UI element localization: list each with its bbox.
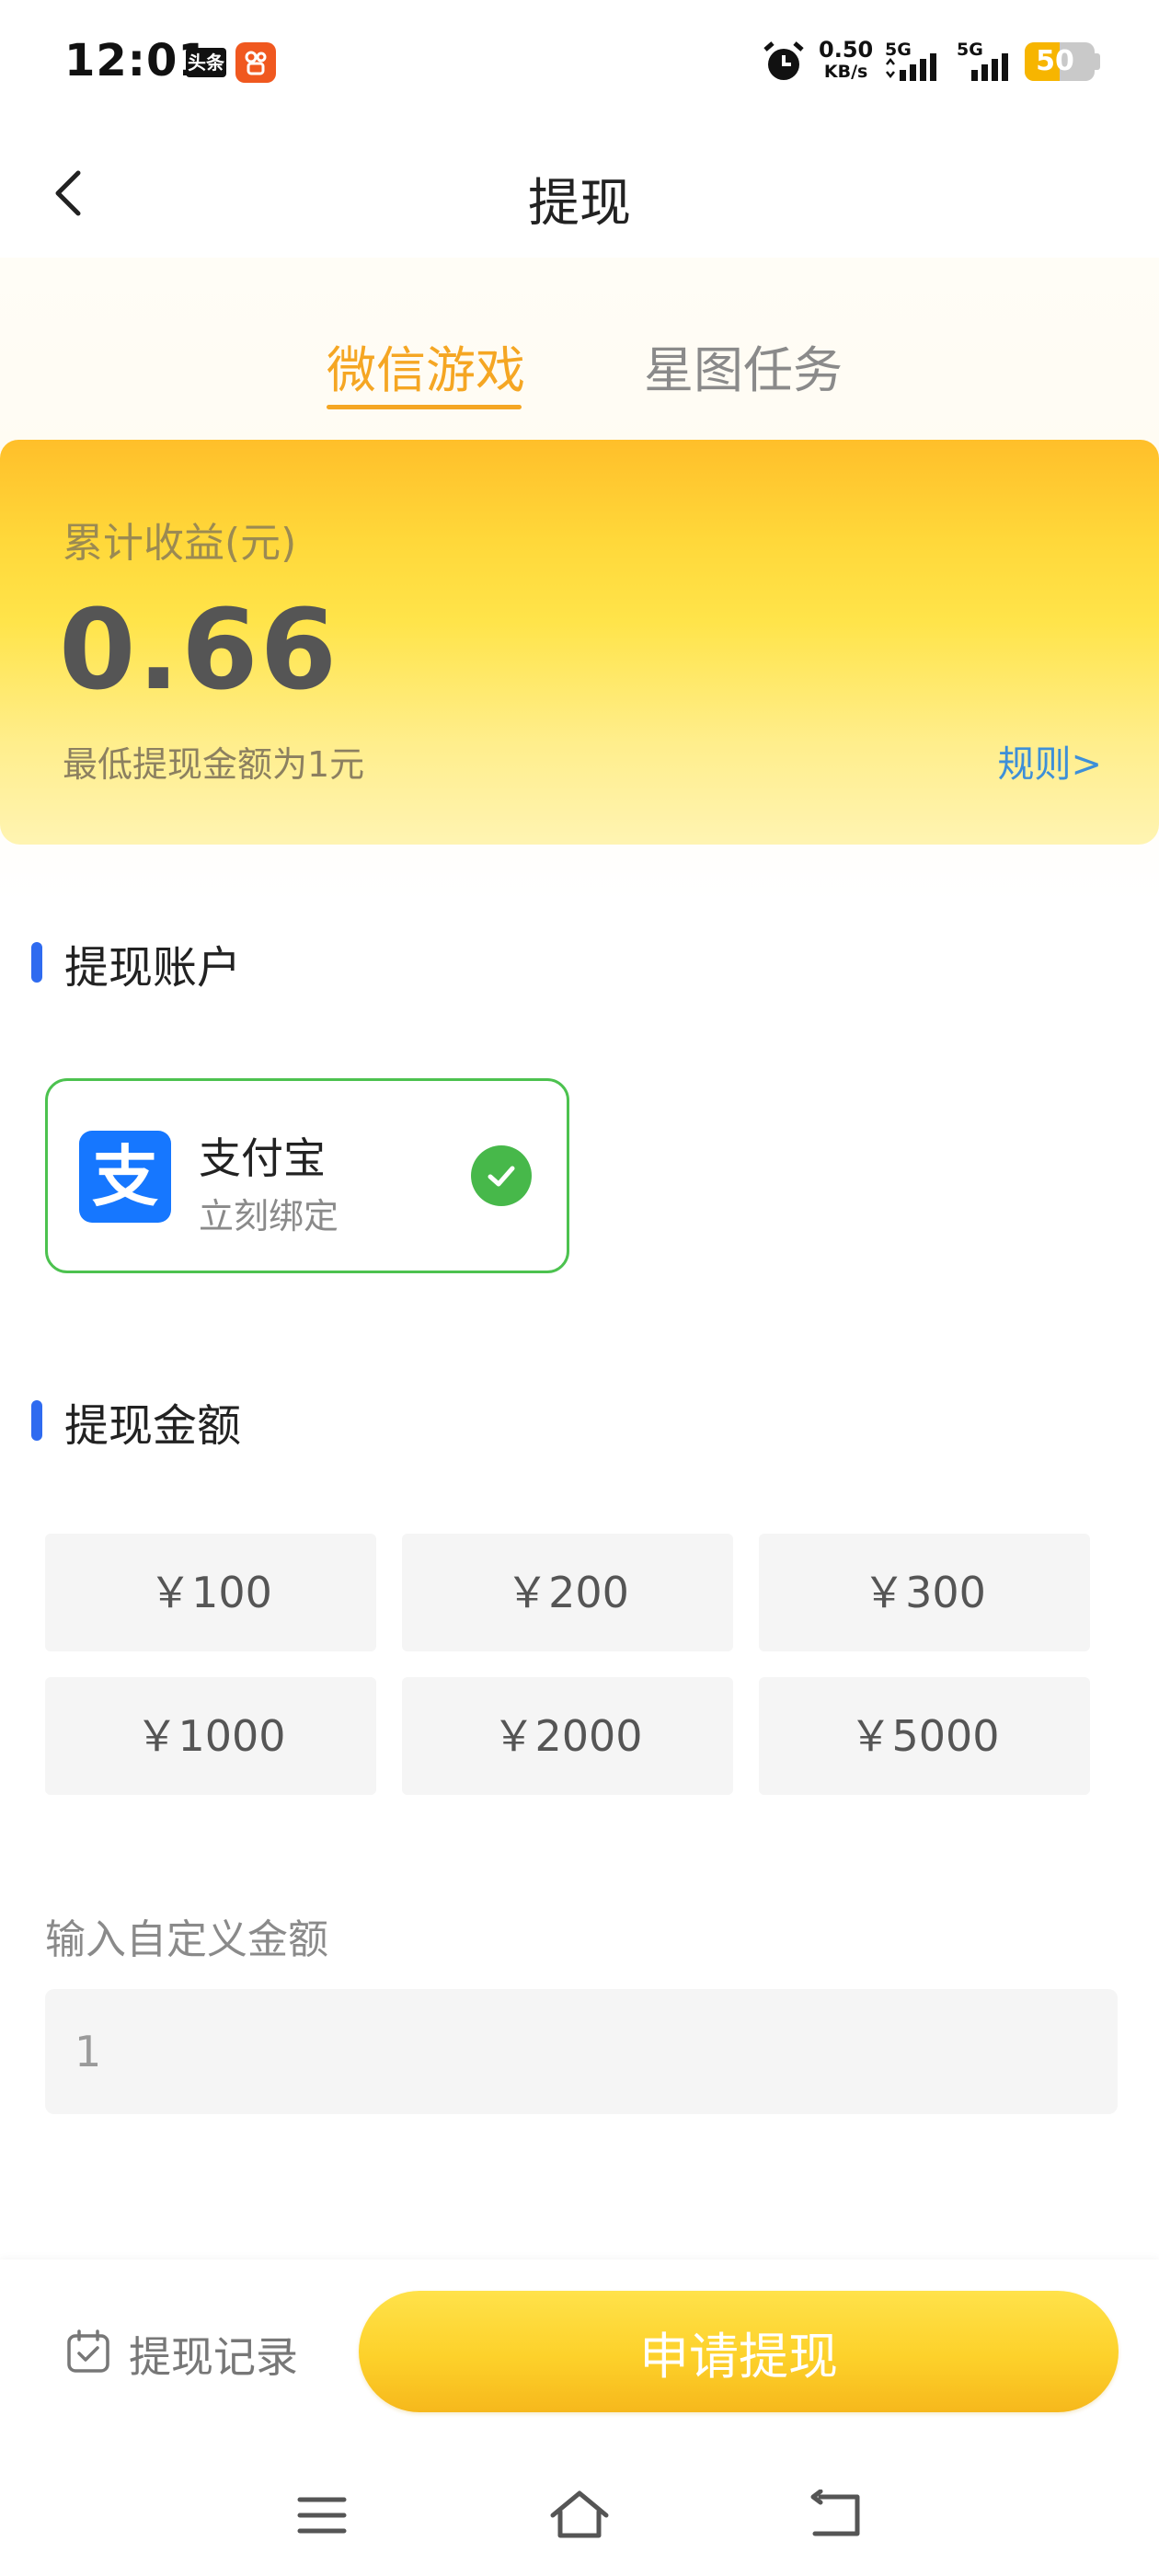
battery-cap bbox=[1095, 53, 1100, 70]
earnings-card: 累计收益(元) 0.66 最低提现金额为1元 规则> bbox=[0, 440, 1159, 845]
home-button[interactable] bbox=[538, 2478, 621, 2552]
alarm-icon bbox=[760, 39, 808, 90]
bottom-action-bar: 提现记录 申请提现 bbox=[0, 2260, 1159, 2453]
alipay-icon: 支 bbox=[79, 1131, 171, 1223]
signal-5g-2-icon: 5G bbox=[955, 37, 1019, 88]
minimum-withdrawal-note: 最低提现金额为1元 bbox=[63, 744, 365, 785]
amount-option-1000[interactable]: ￥1000 bbox=[45, 1677, 376, 1795]
amount-option-5000[interactable]: ￥5000 bbox=[759, 1677, 1090, 1795]
amount-option-100[interactable]: ￥100 bbox=[45, 1534, 376, 1651]
amount-option-200[interactable]: ￥200 bbox=[402, 1534, 733, 1651]
status-bar: 12:01 头条 0.50 KB/s 5G 5G 50 bbox=[0, 0, 1159, 129]
amount-option-300[interactable]: ￥300 bbox=[759, 1534, 1090, 1651]
signal-1-label: 5G bbox=[885, 40, 912, 60]
signal-5g-icon: 5G bbox=[883, 37, 947, 88]
section-marker bbox=[31, 942, 42, 983]
rules-link[interactable]: 规则> bbox=[997, 734, 1102, 788]
network-speed-value: 0.50 bbox=[819, 37, 874, 63]
earnings-value: 0.66 bbox=[59, 587, 339, 715]
tab-wechat-games[interactable]: 微信游戏 bbox=[327, 329, 525, 402]
battery-icon: 50 bbox=[1025, 42, 1095, 81]
toutiao-app-icon: 头条 bbox=[186, 48, 226, 77]
amount-option-2000[interactable]: ￥2000 bbox=[402, 1677, 733, 1795]
active-tab-indicator bbox=[327, 405, 522, 409]
kuaishou-app-icon bbox=[235, 42, 276, 83]
calendar-check-icon[interactable] bbox=[64, 2328, 112, 2379]
withdrawal-records-link[interactable]: 提现记录 bbox=[129, 2324, 298, 2385]
home-icon bbox=[550, 2490, 609, 2538]
network-speed: 0.50 KB/s bbox=[819, 39, 873, 83]
check-icon bbox=[471, 1145, 532, 1206]
tab-xingtu-tasks[interactable]: 星图任务 bbox=[644, 329, 843, 402]
account-section-title: 提现账户 bbox=[64, 942, 242, 994]
signal-2-label: 5G bbox=[957, 40, 983, 60]
alipay-logo-glyph: 支 bbox=[91, 1138, 158, 1215]
return-icon bbox=[810, 2490, 860, 2536]
system-navigation-bar bbox=[0, 2453, 1159, 2576]
menu-button[interactable] bbox=[281, 2478, 363, 2552]
amount-section-title: 提现金额 bbox=[64, 1400, 242, 1452]
custom-amount-input[interactable] bbox=[45, 1989, 1118, 2114]
nav-header: 提现 bbox=[0, 129, 1159, 258]
earnings-label: 累计收益(元) bbox=[63, 520, 297, 567]
account-name: 支付宝 bbox=[199, 1133, 326, 1183]
page-title: 提现 bbox=[528, 174, 631, 234]
battery-level: 50 bbox=[1036, 45, 1074, 77]
back-system-button[interactable] bbox=[796, 2478, 878, 2552]
section-marker bbox=[31, 1400, 42, 1441]
custom-amount-label: 输入自定义金额 bbox=[45, 1916, 328, 1963]
menu-icon bbox=[297, 2497, 347, 2534]
network-speed-unit: KB/s bbox=[823, 62, 868, 82]
alipay-account-card[interactable]: 支 支付宝 立刻绑定 bbox=[45, 1078, 569, 1273]
account-bind-status: 立刻绑定 bbox=[199, 1196, 339, 1236]
apply-withdrawal-button[interactable]: 申请提现 bbox=[359, 2291, 1119, 2412]
